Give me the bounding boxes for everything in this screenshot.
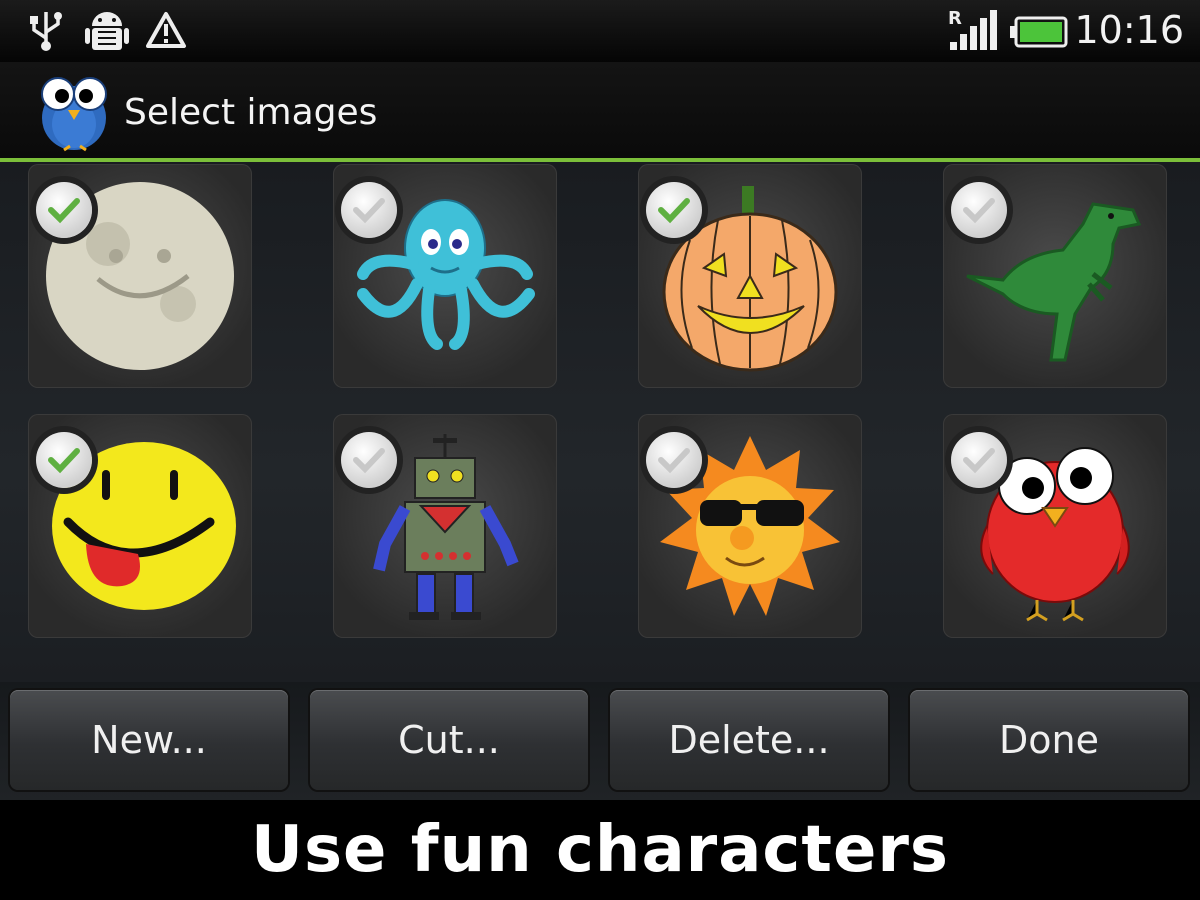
image-tile-robot[interactable]: [333, 414, 557, 638]
image-tile-jack-o-lantern[interactable]: [638, 164, 862, 388]
checkbox-unchecked-icon[interactable]: [341, 432, 397, 488]
done-button[interactable]: Done: [910, 690, 1188, 790]
image-tile-smiley-face[interactable]: [28, 414, 252, 638]
image-grid: [0, 162, 1200, 682]
image-tile-red-bird[interactable]: [943, 414, 1167, 638]
android-debug-icon: [84, 8, 130, 60]
usb-icon: [26, 8, 66, 56]
page-title: Select images: [124, 92, 378, 133]
promo-caption: Use fun characters: [0, 800, 1200, 900]
clock-time: 10:16: [1074, 8, 1184, 52]
checkbox-unchecked-icon[interactable]: [951, 182, 1007, 238]
checkbox-checked-icon[interactable]: [36, 432, 92, 488]
delete-button[interactable]: Delete...: [610, 690, 888, 790]
cut-button[interactable]: Cut...: [310, 690, 588, 790]
image-tile-octopus-monster[interactable]: [333, 164, 557, 388]
action-button-bar: New... Cut... Delete... Done: [0, 682, 1200, 800]
checkbox-unchecked-icon[interactable]: [646, 432, 702, 488]
image-tile-dinosaur[interactable]: [943, 164, 1167, 388]
app-bar: Select images: [0, 62, 1200, 162]
checkbox-checked-icon[interactable]: [646, 182, 702, 238]
checkbox-unchecked-icon[interactable]: [341, 182, 397, 238]
checkbox-checked-icon[interactable]: [36, 182, 92, 238]
image-tile-sun-with-sunglasses[interactable]: [638, 414, 862, 638]
battery-icon: [1010, 16, 1068, 52]
new-button[interactable]: New...: [10, 690, 288, 790]
signal-roaming-icon: R: [946, 6, 998, 58]
checkbox-unchecked-icon[interactable]: [951, 432, 1007, 488]
warning-icon: [144, 8, 188, 56]
status-bar: R 10:16: [0, 0, 1200, 62]
roaming-letter: R: [948, 8, 962, 29]
owl-logo-icon: [36, 70, 112, 158]
image-tile-moon[interactable]: [28, 164, 252, 388]
